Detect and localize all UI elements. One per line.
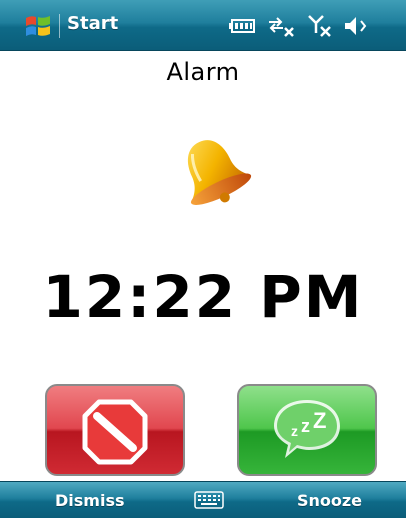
snooze-softkey[interactable]: Snooze [297, 491, 362, 510]
start-separator [59, 14, 60, 38]
svg-text:z: z [301, 416, 310, 436]
softkey-bar: Dismiss Snooze [0, 481, 406, 518]
battery-icon[interactable] [228, 13, 260, 39]
signal-off-icon[interactable] [306, 13, 336, 39]
page-title: Alarm [166, 58, 240, 86]
svg-text:z: z [291, 423, 298, 439]
data-connection-off-icon[interactable] [266, 13, 296, 39]
zzz-speech-bubble-icon: z z Z [274, 400, 340, 458]
svg-text:Z: Z [313, 408, 326, 433]
alarm-time: 12:22 PM [42, 263, 364, 331]
windows-logo-icon[interactable] [24, 12, 52, 40]
bell-icon [187, 140, 252, 205]
status-bar: Start [0, 0, 406, 51]
start-menu-label[interactable]: Start [67, 13, 118, 34]
snooze-button[interactable]: z z Z [237, 384, 377, 476]
dismiss-softkey[interactable]: Dismiss [55, 491, 125, 510]
status-icons [228, 13, 388, 39]
keyboard-icon[interactable] [194, 491, 224, 509]
dismiss-button[interactable] [45, 384, 185, 476]
no-entry-icon [82, 399, 148, 465]
volume-icon[interactable] [342, 13, 372, 39]
alarm-screen: Alarm 12:22 PM z z Z [14, 51, 392, 481]
